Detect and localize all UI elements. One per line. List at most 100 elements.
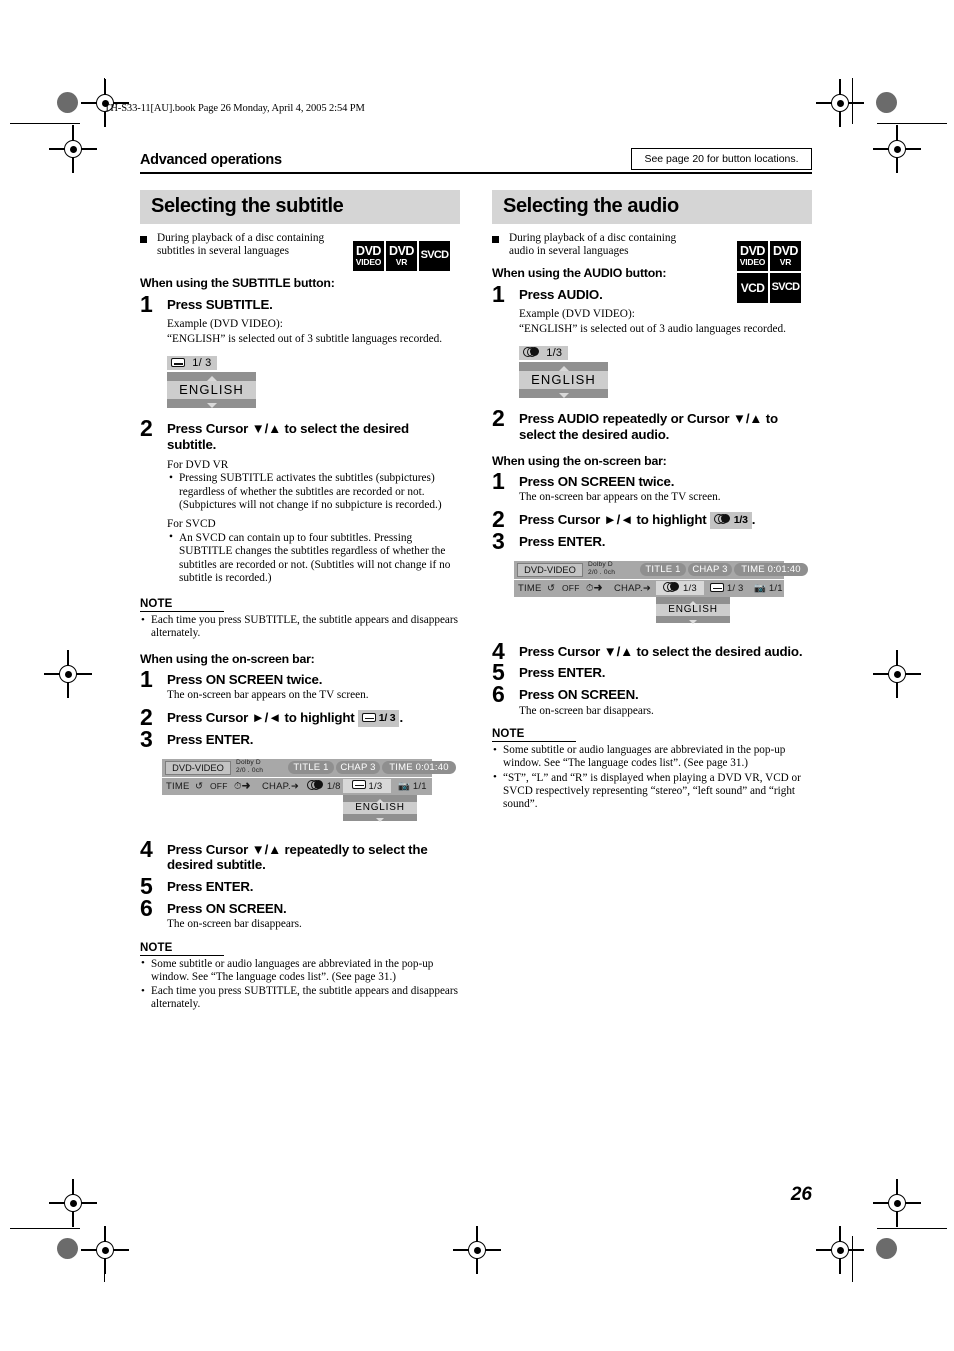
registration-mark-bottom-right-outer xyxy=(816,1226,864,1274)
step-number: 6 xyxy=(140,894,153,921)
subtitle-disc-badges: DVD VIDEO DVD VR SVCD xyxy=(353,241,450,271)
step-number: 1 xyxy=(140,665,153,692)
note-rule xyxy=(140,610,224,613)
osbar-row-top: DVD-VIDEO Dolby D 2/0 . 0ch TITLE 1 CHAP… xyxy=(514,560,808,579)
badge-dvd-vr: DVD VR xyxy=(770,241,801,271)
osbar-angle-field: 📷 1/1 xyxy=(754,582,783,595)
osbar-time-label: TIME xyxy=(518,582,542,594)
step-text: Press ENTER. xyxy=(167,878,254,894)
popup-language-value: ENGLISH xyxy=(343,801,417,814)
step-text-after: . xyxy=(399,709,403,725)
osbar-angle-field: 📷 1/1 xyxy=(398,780,427,793)
audio-bar-step-2: 2 Press Cursor ►/◄ to highlight 1/3. xyxy=(492,507,812,530)
badge-dvd-video: DVD VIDEO xyxy=(737,241,768,271)
audio-icon xyxy=(663,581,680,592)
step-text: Press ON SCREEN twice. xyxy=(519,473,675,489)
audio-icon xyxy=(523,347,540,358)
note-items: Each time you press SUBTITLE, the subtit… xyxy=(140,614,460,640)
subtitle-lead-in: During playback of a disc containing sub… xyxy=(140,232,332,259)
audio-icon xyxy=(714,513,731,524)
popup-up-arrow xyxy=(656,597,730,605)
example-text: “ENGLISH” is selected out of 3 subtitle … xyxy=(167,333,443,345)
osd-up-arrow xyxy=(167,372,256,382)
step-number: 3 xyxy=(140,726,153,753)
step-number: 1 xyxy=(492,467,505,494)
note-items: Some subtitle or audio languages are abb… xyxy=(492,744,812,811)
registration-mark-bottom-right-inner xyxy=(873,1179,921,1227)
audio-onscreen-subhead: When using the on-screen bar: xyxy=(492,453,667,468)
clock-arrow-icon: ⏱➜ xyxy=(234,780,251,792)
step-number: 1 xyxy=(140,291,153,317)
audio-bar-step-5: 5 Press ENTER. xyxy=(492,661,812,684)
step-subtext: The on-screen bar disappears. xyxy=(167,918,302,931)
subtitle-osd-popup: 1/ 3 ENGLISH xyxy=(167,353,256,409)
osbar-audio-value: 1/3 xyxy=(683,582,697,594)
osd-popup-window: ENGLISH xyxy=(167,372,256,409)
osbar-chap-pill: CHAP 3 xyxy=(688,562,732,576)
subtitle-bar-step-2: 2 Press Cursor ►/◄ to highlight 1/ 3. xyxy=(140,705,460,728)
audio-step-2: 2 Press AUDIO repeatedly or Cursor ▼/▲ t… xyxy=(492,407,812,442)
camera-angle-icon: 📷 xyxy=(754,582,767,594)
osbar-row-bottom: TIME ↺ OFF ⏱➜ CHAP.➜ 1/8 1/3 📷 1/1 xyxy=(162,777,432,795)
example-label: Example (DVD VIDEO): xyxy=(167,317,283,330)
popup-down-arrow xyxy=(656,616,730,624)
osd-popup-window: ENGLISH xyxy=(519,362,608,399)
audio-osd-chip: 1/3 xyxy=(710,511,752,530)
audio-icon xyxy=(307,779,324,790)
audio-section-title: Selecting the audio xyxy=(503,195,679,217)
page-title: Advanced operations xyxy=(140,152,282,168)
osbar-angle-value: 1/1 xyxy=(768,582,783,594)
subtitle-icon xyxy=(351,779,366,789)
osbar-language-popup: ENGLISH xyxy=(343,794,417,822)
osbar-subtitle-value: 1/3 xyxy=(368,780,383,792)
note-items: Some subtitle or audio languages are abb… xyxy=(140,957,460,1012)
osbar-time-label: TIME xyxy=(166,780,190,792)
subtitle-bar-step-6: 6 Press ON SCREEN. The on-screen bar dis… xyxy=(140,896,460,932)
step-number: 1 xyxy=(492,281,505,307)
registration-mark-top-right-inner xyxy=(873,125,921,173)
note-item: Some subtitle or audio languages are abb… xyxy=(492,744,812,770)
book-file-header: TH-S33-11[AU].book Page 26 Monday, April… xyxy=(104,103,365,114)
step-subtext: The on-screen bar appears on the TV scre… xyxy=(519,491,721,504)
osbar-audio-value: 1/8 xyxy=(326,780,341,792)
osbar-repeat-value: OFF xyxy=(210,780,228,791)
osbar-time-pill: TIME 0:01:40 xyxy=(382,760,456,774)
subtitle-section-title: Selecting the subtitle xyxy=(151,195,344,217)
dvd-vr-bullet: Pressing SUBTITLE activates the subtitle… xyxy=(167,472,460,513)
chip-value: 1/3 xyxy=(733,513,748,526)
subtitle-section-band: Selecting the subtitle xyxy=(140,190,460,224)
audio-section-band: Selecting the audio xyxy=(492,190,812,224)
note-item: Each time you press SUBTITLE, the subtit… xyxy=(140,985,460,1011)
registration-mark-bottom-center xyxy=(453,1226,501,1274)
color-patch-top-right xyxy=(876,92,897,113)
osd-popup-tag: 1/3 xyxy=(519,346,569,361)
note-item: “ST”, “L” and “R” is displayed when play… xyxy=(492,771,812,812)
chip-value: 1/ 3 xyxy=(378,711,396,724)
repeat-icon: ↺ xyxy=(195,780,204,792)
subtitle-icon xyxy=(710,582,724,592)
svcd-bullet: An SVCD can contain up to four subtitles… xyxy=(167,531,460,586)
header-rule xyxy=(140,172,812,175)
step-text: Press Cursor ▼/▲ to select the desired s… xyxy=(167,421,409,452)
osbar-row-top: DVD-VIDEO Dolby D 2/0 . 0ch TITLE 1 CHAP… xyxy=(162,758,456,777)
step-text: Press SUBTITLE. xyxy=(167,297,273,312)
subtitle-step-2: 2 Press Cursor ▼/▲ to select the desired… xyxy=(140,417,460,586)
right-column: Selecting the audio During playback of a… xyxy=(492,190,812,812)
audio-bar-step-3: 3 Press ENTER. xyxy=(492,530,812,553)
audio-step-1: 1 Press AUDIO. Example (DVD VIDEO): “ENG… xyxy=(492,283,812,399)
step-text-after: . xyxy=(751,511,756,527)
subtitle-button-subhead: When using the SUBTITLE button: xyxy=(140,276,335,290)
osbar-audio-format-line2: 2/0 . 0ch xyxy=(588,568,616,576)
osbar-angle-value: 1/1 xyxy=(412,780,427,792)
badge-dvd-vr: DVD VR xyxy=(386,241,417,271)
left-column: Selecting the subtitle During playback o… xyxy=(140,190,460,1013)
osbar-chap-label: CHAP.➜ xyxy=(262,780,299,792)
popup-up-arrow xyxy=(343,795,417,803)
note-heading: NOTE xyxy=(140,941,173,954)
registration-mark-bottom-left-outer xyxy=(81,1226,129,1274)
osd-language-value: ENGLISH xyxy=(167,381,256,400)
popup-language-value: ENGLISH xyxy=(656,603,730,616)
step-text-before: Press Cursor ►/◄ to highlight xyxy=(519,511,707,527)
osbar-title-pill: TITLE 1 xyxy=(640,562,686,576)
subtitle-osd-chip: 1/ 3 xyxy=(358,709,400,728)
